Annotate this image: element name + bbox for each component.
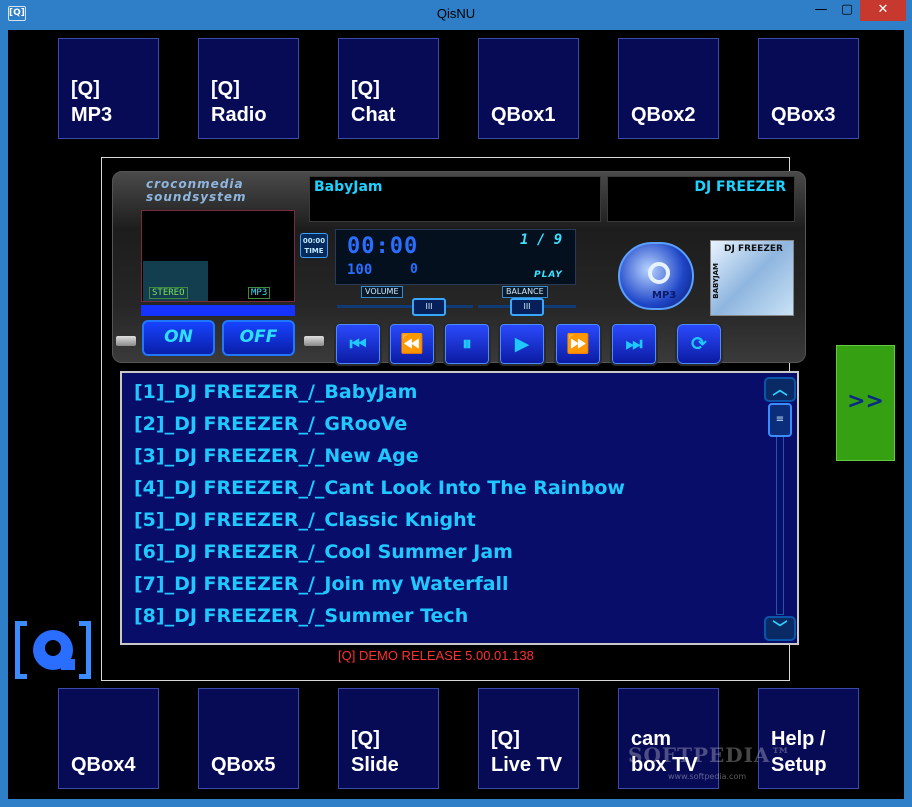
tile-line2: Slide — [351, 754, 399, 776]
album-cover: DJ FREEZER BABYJAM — [710, 240, 794, 316]
logo-bracket-right — [79, 621, 91, 679]
tile-line2: QBox4 — [71, 754, 136, 776]
artist-display: DJ FREEZER — [607, 176, 795, 222]
logo-hole — [45, 640, 61, 656]
tile-line1: [Q] — [211, 78, 240, 100]
window-title: QisNU — [436, 6, 476, 21]
scroll-thumb[interactable]: ≡ — [768, 403, 792, 437]
nav-tile-qbox1[interactable]: QBox1 — [478, 38, 579, 139]
playlist-item[interactable]: [7]_DJ FREEZER_/_Join my Waterfall — [134, 573, 509, 595]
close-button[interactable]: ✕ — [860, 0, 906, 21]
tile-line2: Chat — [351, 104, 396, 126]
playlist-item[interactable]: [8]_DJ FREEZER_/_Summer Tech — [134, 605, 468, 627]
tile-line1: [Q] — [351, 728, 380, 750]
logo-tail — [61, 659, 75, 670]
brand-line2: soundsystem — [146, 190, 247, 204]
playlist: [1]_DJ FREEZER_/_BabyJam [2]_DJ FREEZER_… — [120, 371, 799, 645]
fast-forward-button[interactable]: ⏩ — [554, 322, 602, 366]
last-track-button[interactable]: ⏭ — [610, 322, 658, 366]
mp3-button-label: MP3 — [652, 290, 677, 301]
song-title-display: BabyJam — [309, 176, 601, 222]
playlist-item[interactable]: [1]_DJ FREEZER_/_BabyJam — [134, 381, 417, 403]
power-led-right — [304, 336, 324, 346]
tile-line2: QBox2 — [631, 104, 696, 126]
tile-line1: [Q] — [491, 728, 520, 750]
maximize-button[interactable]: ▢ — [834, 0, 860, 21]
playlist-item[interactable]: [3]_DJ FREEZER_/_New Age — [134, 445, 419, 467]
disc-icon — [648, 262, 670, 284]
nav-tile-help-setup[interactable]: Help / Setup — [758, 688, 859, 789]
seek-bar[interactable] — [141, 305, 295, 316]
stereo-tag: STEREO — [149, 287, 188, 299]
format-tag: MP3 — [248, 287, 271, 299]
rewind-button[interactable]: ⏪ — [388, 322, 436, 366]
power-off-button[interactable]: OFF — [222, 320, 295, 356]
track-counter: 1 / 9 — [520, 232, 563, 248]
play-button[interactable]: ▶ — [498, 322, 546, 366]
scroll-up-button[interactable]: ︿ — [764, 377, 796, 402]
volume-value: 100 — [347, 262, 373, 278]
nav-tile-qbox3[interactable]: QBox3 — [758, 38, 859, 139]
scroll-down-button[interactable]: ﹀ — [764, 616, 796, 641]
tile-line2: QBox1 — [491, 104, 556, 126]
tile-line2: QBox3 — [771, 104, 836, 126]
nav-tile-chat[interactable]: [Q] Chat — [338, 38, 439, 139]
nav-tile-qbox2[interactable]: QBox2 — [618, 38, 719, 139]
volume-slider-track[interactable] — [337, 305, 473, 308]
nav-tile-slide[interactable]: [Q] Slide — [338, 688, 439, 789]
cover-side-text: BABYJAM — [712, 263, 720, 299]
tile-line2: Radio — [211, 104, 267, 126]
first-track-button[interactable]: ⏮ — [334, 322, 382, 366]
volume-label: VOLUME — [361, 286, 403, 298]
tile-line2: QBox5 — [211, 754, 276, 776]
playlist-item[interactable]: [6]_DJ FREEZER_/_Cool Summer Jam — [134, 541, 513, 563]
nav-tile-radio[interactable]: [Q] Radio — [198, 38, 299, 139]
demo-release-label: [Q] DEMO RELEASE 5.00.01.138 — [338, 648, 534, 663]
playlist-item[interactable]: [5]_DJ FREEZER_/_Classic Knight — [134, 509, 476, 531]
brand-logo: croconmedia soundsystem — [146, 178, 247, 204]
softpedia-watermark: SOFTPEDIA™ — [628, 743, 792, 767]
minimize-button[interactable]: — — [808, 0, 834, 21]
time-mode-button[interactable]: 00:00 TIME — [300, 233, 328, 258]
cover-title: DJ FREEZER — [724, 244, 783, 254]
balance-value: 0 — [410, 262, 418, 277]
playlist-item[interactable]: [2]_DJ FREEZER_/_GRooVe — [134, 413, 407, 435]
logo-bracket-left — [15, 621, 27, 679]
time-badge-line1: 00:00 — [302, 237, 326, 245]
playlist-scrollbar[interactable]: ︿ ≡ ﹀ — [764, 377, 796, 641]
play-state: PLAY — [534, 270, 563, 280]
softpedia-watermark-url: www.softpedia.com — [668, 772, 747, 781]
app-client-area: [Q] MP3 [Q] Radio [Q] Chat QBox1 QBox2 Q… — [8, 30, 904, 799]
tile-line1: [Q] — [71, 78, 100, 100]
tile-line1: [Q] — [351, 78, 380, 100]
power-led-left — [116, 336, 136, 346]
q-logo-icon — [15, 621, 91, 679]
time-badge-line2: TIME — [304, 247, 324, 255]
nav-tile-qbox4[interactable]: QBox4 — [58, 688, 159, 789]
repeat-button[interactable]: ⟳ — [675, 322, 723, 366]
tile-line2: Live TV — [491, 754, 563, 776]
expand-panel-button[interactable]: >> — [836, 345, 895, 461]
balance-slider-knob[interactable]: III — [510, 298, 544, 316]
tile-line2: MP3 — [71, 104, 113, 126]
nav-tile-qbox5[interactable]: QBox5 — [198, 688, 299, 789]
balance-label: BALANCE — [502, 286, 548, 298]
pause-button[interactable]: ⏸ — [443, 322, 491, 366]
title-bar: [Q] QisNU — ▢ ✕ — [0, 0, 912, 30]
volume-slider-knob[interactable]: III — [412, 298, 446, 316]
mp3-mode-button[interactable]: MP3 — [618, 242, 694, 310]
nav-tile-live-tv[interactable]: [Q] Live TV — [478, 688, 579, 789]
power-on-button[interactable]: ON — [142, 320, 215, 356]
elapsed-time: 00:00 — [347, 234, 419, 259]
nav-tile-mp3[interactable]: [Q] MP3 — [58, 38, 159, 139]
playlist-item[interactable]: [4]_DJ FREEZER_/_Cant Look Into The Rain… — [134, 477, 625, 499]
